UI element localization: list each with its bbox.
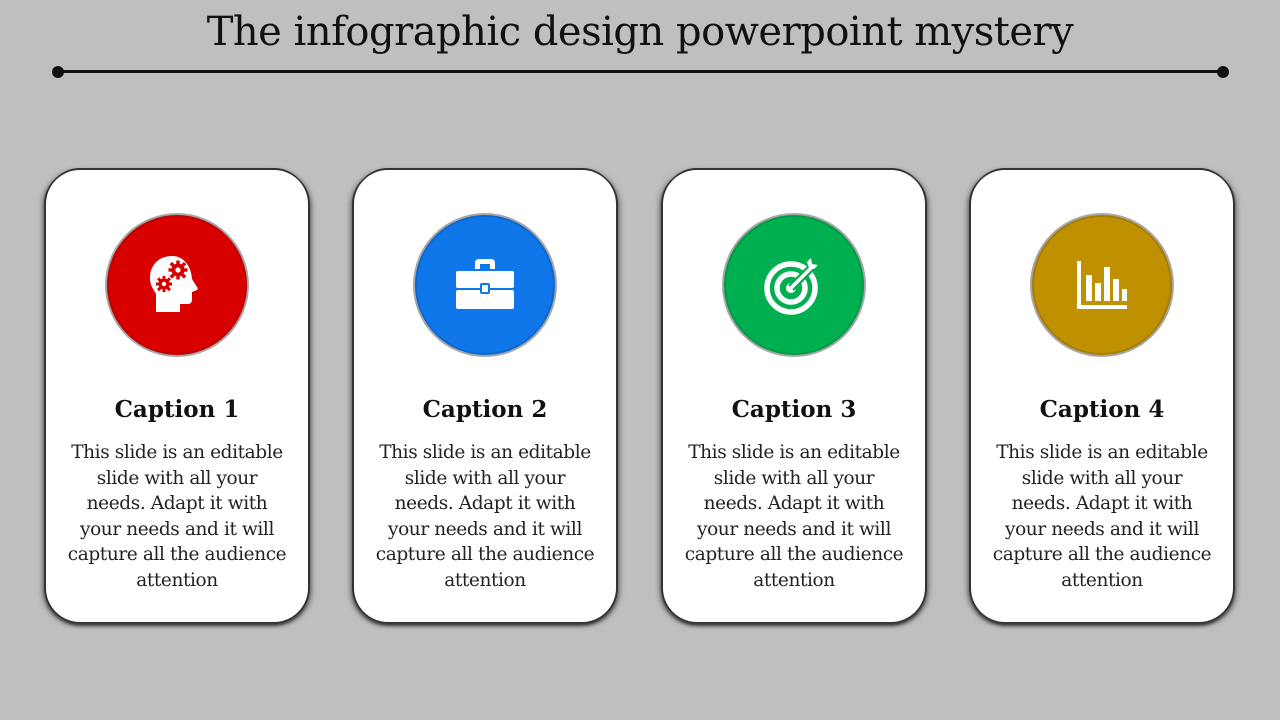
icon-circle-2 xyxy=(415,215,555,355)
icon-circle-4 xyxy=(1032,215,1172,355)
caption-body-1: This slide is an editable slide with all… xyxy=(67,442,287,591)
caption-title-2: Caption 2 xyxy=(422,396,548,423)
divider-right-dot xyxy=(1217,66,1229,78)
caption-card-4: Caption 4 This slide is an editable slid… xyxy=(971,170,1233,622)
head-gears-icon xyxy=(150,256,198,312)
caption-body-4: This slide is an editable slide with all… xyxy=(992,442,1212,591)
caption-body-3: This slide is an editable slide with all… xyxy=(684,442,904,591)
caption-title-1: Caption 1 xyxy=(114,396,240,423)
title-divider-line xyxy=(58,70,1224,73)
icon-circle-1 xyxy=(107,215,247,355)
briefcase-icon xyxy=(456,259,514,309)
caption-body-2: This slide is an editable slide with all… xyxy=(375,442,595,591)
bar-chart-icon xyxy=(1077,261,1127,309)
target-arrow-icon xyxy=(764,258,818,315)
caption-title-3: Caption 3 xyxy=(731,396,857,423)
slide-title: The infographic design powerpoint myster… xyxy=(206,9,1074,55)
caption-title-4: Caption 4 xyxy=(1039,396,1165,423)
caption-card-2: Caption 2 This slide is an editable slid… xyxy=(354,170,616,622)
icon-circle-3 xyxy=(724,215,864,355)
divider-left-dot xyxy=(52,66,64,78)
caption-card-1: Caption 1 This slide is an editable slid… xyxy=(46,170,308,622)
caption-card-3: Caption 3 This slide is an editable slid… xyxy=(663,170,925,622)
